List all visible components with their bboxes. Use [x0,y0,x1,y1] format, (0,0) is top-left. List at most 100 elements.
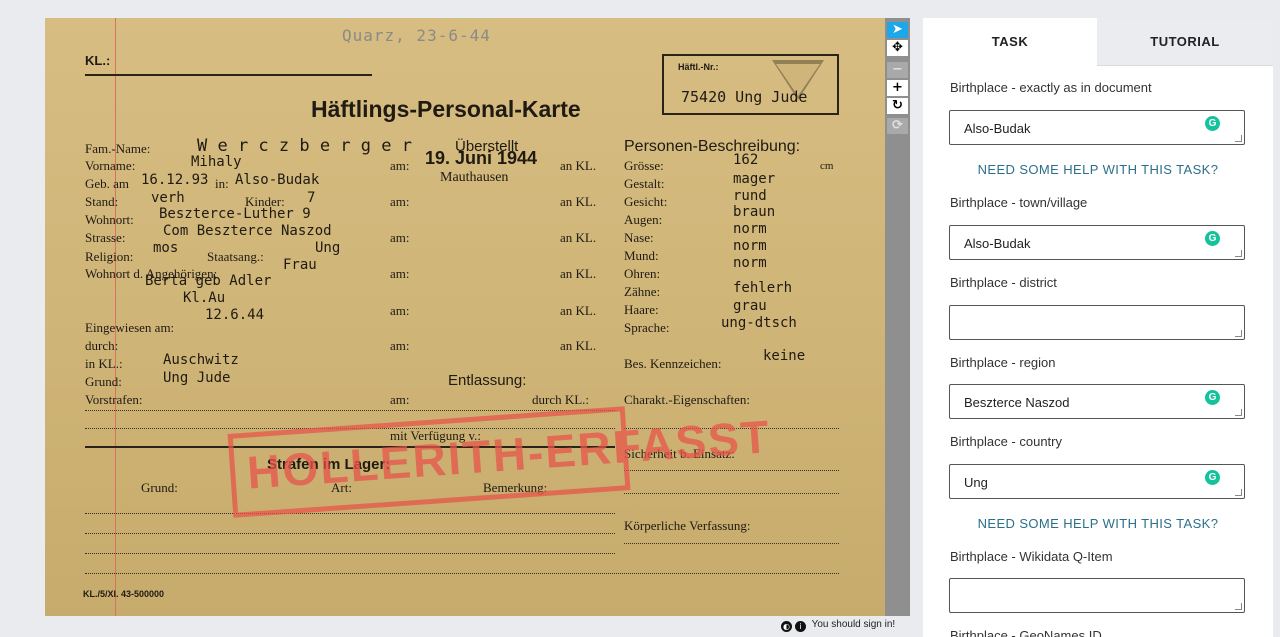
tab-tutorial[interactable]: TUTORIAL [1097,18,1273,66]
label-ohren: Ohren: [624,266,661,281]
hollerith-stamp-text: HOLLERITH-ERFASST [245,410,773,499]
label-wohnort: Wohnort: [85,212,134,227]
dotted-line [85,533,615,534]
signin-notice[interactable]: ◐ i You should sign in! [781,619,895,632]
contrast-icon[interactable]: ◐ [781,621,792,632]
label-an-kl-4: an KL. [560,266,597,281]
signin-text: You should sign in! [811,619,896,630]
label-durch: durch: [85,338,119,353]
value-grund: Ung Jude [163,370,231,386]
label-in-kl: in KL.: [85,356,123,371]
grammarly-icon[interactable]: G [1205,390,1220,405]
label-staatsang: Staatsang.: [207,249,264,264]
resize-handle-icon[interactable] [1235,135,1242,142]
town-input[interactable]: Also-Budak G [949,225,1245,260]
field-label-town: Birthplace - town/village [950,195,1088,210]
prisoner-number-box: Häftl.-Nr.: 75420 Ung Jude [662,54,839,115]
info-icon[interactable]: i [795,621,806,632]
value-angehoerige-4: 12.6.44 [205,307,265,323]
label-haare: Haare: [624,302,659,317]
grammarly-icon[interactable]: G [1205,116,1220,131]
zoom-in-icon[interactable]: + [887,80,908,96]
move-icon[interactable]: ✥ [887,40,908,56]
dotted-line [85,553,615,554]
resize-handle-icon[interactable] [1235,409,1242,416]
birthplace-exact-value: Also-Budak [964,121,1031,136]
tab-task[interactable]: TASK [923,18,1097,66]
panel-tabs: TASK TUTORIAL [923,18,1273,66]
value-haare: grau [733,298,767,314]
label-grund-strafe: Grund: [141,480,178,495]
rotate-icon[interactable]: ↻ [887,98,908,114]
label-charakt: Charakt.-Eigenschaften: [624,392,750,407]
prisoner-card: Quarz, 23-6-44 KL.: Häftl.-Nr.: 75420 Un… [45,18,885,616]
value-sprache: ung-dtsch [721,315,797,331]
value-staatsang: Ung [315,240,341,256]
label-geb-am: Geb. am [85,176,130,191]
wikidata-input[interactable] [949,578,1245,613]
value-angehoerige-3: Kl.Au [183,290,226,306]
town-value: Also-Budak [964,236,1031,251]
value-stand: verh [151,190,185,206]
value-wohnort: Beszterce-Luther 9 [159,206,311,222]
card-title: Häftlings-Personal-Karte [311,96,581,122]
value-gesicht: rund [733,188,767,204]
help-link[interactable]: NEED SOME HELP WITH THIS TASK? [923,162,1273,177]
value-kennzeichen: keine [763,348,806,364]
field-label-region: Birthplace - region [950,355,1056,370]
value-strasse: Com Beszterce Naszod [163,223,332,239]
resize-handle-icon[interactable] [1235,250,1242,257]
label-nase: Nase: [624,230,654,245]
label-cm: cm [820,160,834,172]
help-link[interactable]: NEED SOME HELP WITH THIS TASK? [923,516,1273,531]
label-fam-name: Fam.-Name: [85,141,151,156]
value-religion: mos [153,240,179,256]
label-strasse: Strasse: [85,230,126,245]
value-zaehne: fehlerh [733,280,793,296]
label-an-kl-3: an KL. [560,230,597,245]
reset-icon[interactable]: ⟳ [887,118,908,134]
handwritten-note: Quarz, 23-6-44 [342,26,491,45]
value-groesse: 162 [733,152,759,168]
margin-line [115,18,116,616]
dotted-line [85,573,839,574]
entlassung-heading: Entlassung: [448,372,527,389]
country-input[interactable]: Ung G [949,464,1245,499]
label-groesse: Grösse: [624,158,664,173]
label-an-kl-5: an KL. [560,303,597,318]
label-am-3: am: [390,230,410,245]
label-an-kl-6: an KL. [560,338,597,353]
label-stand: Stand: [85,194,119,209]
task-panel: TASK TUTORIAL Birthplace - exactly as in… [923,18,1273,637]
resize-handle-icon[interactable] [1235,603,1242,610]
value-angehoerige-1: Frau [283,257,317,273]
grammarly-icon[interactable]: G [1205,470,1220,485]
birthplace-exact-input[interactable]: Also-Budak G [949,110,1245,145]
label-an-kl-1: an KL. [560,158,597,173]
label-vorstrafen: Vorstrafen: [85,392,143,407]
top-bar [0,0,1280,12]
value-fam-name: W e r c z b e r g e r [197,136,412,156]
pointer-icon[interactable]: ➤ [887,22,908,38]
prisoner-number-label: Häftl.-Nr.: [678,62,719,72]
resize-handle-icon[interactable] [1235,330,1242,337]
dotted-line [85,410,615,411]
label-am-4: am: [390,266,410,281]
label-eingewiesen: Eingewiesen am: [85,320,175,335]
dotted-line [624,543,839,544]
label-am-7: am: [390,392,410,407]
grammarly-icon[interactable]: G [1205,231,1220,246]
resize-handle-icon[interactable] [1235,489,1242,496]
kl-line [85,74,372,76]
transfer-date-stamp: 19. Juni 1944 [425,148,538,168]
value-angehoerige-2: Berta geb Adler [145,273,272,289]
label-religion: Religion: [85,249,134,264]
label-bes-kennzeichen: Bes. Kennzeichen: [624,356,722,371]
document-viewer[interactable]: Quarz, 23-6-44 KL.: Häftl.-Nr.: 75420 Un… [45,18,885,616]
label-vorname: Vorname: [85,158,136,173]
field-label-district: Birthplace - district [950,275,1057,290]
zoom-out-icon[interactable]: − [887,62,908,78]
region-input[interactable]: Beszterce Naszod G [949,384,1245,419]
district-input[interactable] [949,305,1245,340]
description-heading: Personen-Beschreibung: [624,138,801,155]
